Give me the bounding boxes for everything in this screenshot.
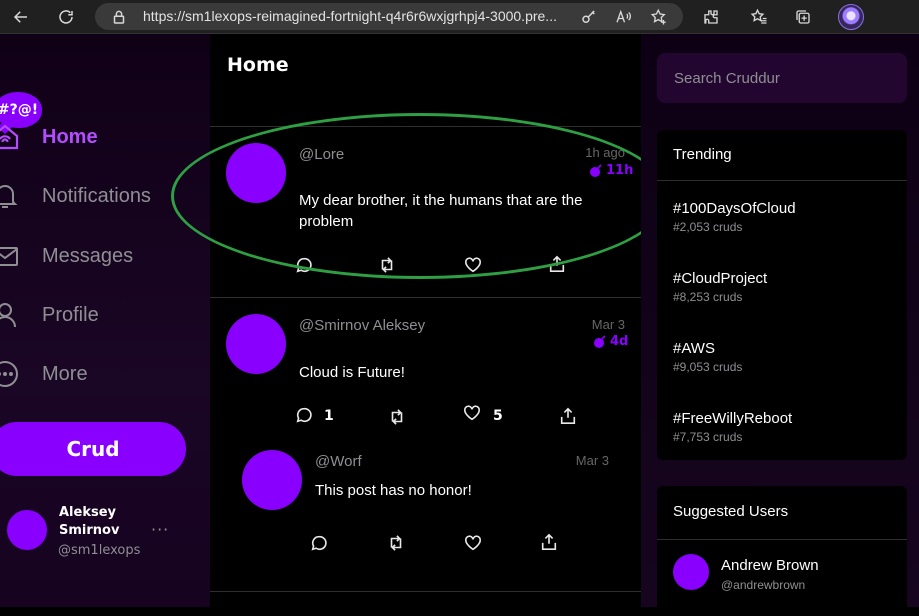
home-icon <box>0 122 20 152</box>
nav-label-profile: Profile <box>42 303 99 326</box>
search-input[interactable] <box>657 53 907 103</box>
person-icon <box>0 300 20 330</box>
page-title: Home <box>227 54 289 76</box>
nav-label-home: Home <box>42 125 98 148</box>
more-circle-icon <box>0 359 20 389</box>
account-menu-button[interactable]: ··· <box>151 520 169 539</box>
repost-icon[interactable] <box>378 256 398 276</box>
suggested-user-handle: @andrewbrown <box>721 578 806 592</box>
trend-tag[interactable]: #AWS <box>673 340 715 357</box>
favorites-icon[interactable] <box>747 5 771 29</box>
share-icon[interactable] <box>548 255 568 275</box>
nav-label-more: More <box>42 362 88 385</box>
post-avatar[interactable] <box>226 143 286 203</box>
heart-icon[interactable] <box>464 256 484 276</box>
logo-text: #?@! <box>0 102 39 118</box>
post-handle[interactable]: @Smirnov Aleksey <box>299 317 425 334</box>
suggested-users-title: Suggested Users <box>673 503 789 520</box>
share-icon[interactable] <box>559 407 579 427</box>
post-time: 1h ago <box>585 145 625 160</box>
trend-tag[interactable]: #100DaysOfCloud <box>673 200 796 217</box>
post-expiry-text: 4d <box>610 334 629 349</box>
reply-icon[interactable] <box>295 256 315 276</box>
right-sidebar: Trending #100DaysOfCloud #2,053 cruds #C… <box>641 34 919 616</box>
collections-icon[interactable] <box>791 5 815 29</box>
post-time: Mar 3 <box>591 317 625 332</box>
account-name: Aleksey Smirnov <box>59 505 120 538</box>
url-text: https://sm1lexops-reimagined-fortnight-q… <box>143 8 557 24</box>
divider <box>210 591 641 592</box>
trend-tag[interactable]: #CloudProject <box>673 270 767 287</box>
reply-icon[interactable] <box>295 406 315 426</box>
nav-label-notifications: Notifications <box>42 184 151 207</box>
key-icon[interactable] <box>577 5 601 29</box>
post-text: Cloud is Future! <box>299 364 405 381</box>
post-text: This post has no honor! <box>315 482 472 499</box>
refresh-icon[interactable] <box>54 5 78 29</box>
suggested-user-avatar[interactable] <box>673 554 709 590</box>
post-avatar[interactable] <box>226 314 286 374</box>
trend-tag[interactable]: #FreeWillyReboot <box>673 410 792 427</box>
divider <box>210 126 641 127</box>
post-expiry: 4d <box>593 334 628 349</box>
left-sidebar: #?@! Home Notifications Messages Profile… <box>0 34 210 607</box>
heart-icon[interactable] <box>463 404 483 424</box>
post-text: My dear brother, it the humans that are … <box>299 192 583 230</box>
crud-button[interactable]: Crud <box>0 422 186 476</box>
post-handle[interactable]: @Worf <box>315 453 362 470</box>
envelope-icon <box>0 241 20 271</box>
divider <box>657 539 907 540</box>
trend-count: #7,753 cruds <box>673 430 743 444</box>
suggested-users-panel: Suggested Users Andrew Brown @andrewbrow… <box>657 486 907 616</box>
lock-icon <box>107 5 131 29</box>
nav-label-messages: Messages <box>42 244 134 267</box>
search-box[interactable] <box>657 53 907 103</box>
extensions-icon[interactable] <box>699 5 723 29</box>
trend-count: #8,253 cruds <box>673 290 743 304</box>
bomb-icon <box>590 163 602 177</box>
heart-icon[interactable] <box>464 534 484 554</box>
account-avatar[interactable] <box>7 510 47 550</box>
account-handle: @sm1lexops <box>58 543 141 558</box>
trending-panel: Trending #100DaysOfCloud #2,053 cruds #C… <box>657 130 907 460</box>
trend-count: #2,053 cruds <box>673 220 743 234</box>
reply-count: 1 <box>324 408 334 424</box>
repost-icon[interactable] <box>387 534 407 554</box>
suggested-user-name[interactable]: Andrew Brown <box>721 557 819 574</box>
bell-icon <box>0 181 20 211</box>
post-avatar[interactable] <box>242 450 302 510</box>
divider <box>657 180 907 181</box>
read-aloud-icon[interactable] <box>611 5 635 29</box>
nav-item-messages[interactable]: Messages <box>0 239 200 273</box>
post-expiry-text: 11h <box>606 163 634 178</box>
post-expiry: 11h <box>589 163 633 178</box>
main-feed: Home @Lore 1h ago 11h My dear brother, i… <box>210 34 641 607</box>
reply-icon[interactable] <box>310 534 330 554</box>
crud-button-label: Crud <box>66 437 120 461</box>
divider <box>210 297 641 298</box>
trend-count: #9,053 cruds <box>673 360 743 374</box>
share-icon[interactable] <box>540 533 560 553</box>
browser-profile-avatar[interactable] <box>838 4 864 30</box>
nav-item-profile[interactable]: Profile <box>0 298 200 332</box>
post-time: Mar 3 <box>575 453 609 468</box>
like-count: 5 <box>493 408 503 424</box>
back-arrow-icon[interactable] <box>9 5 33 29</box>
add-favorite-icon[interactable] <box>647 5 671 29</box>
trending-title: Trending <box>673 146 732 163</box>
nav-item-notifications[interactable]: Notifications <box>0 179 200 213</box>
nav-item-home[interactable]: Home <box>0 120 200 154</box>
browser-toolbar: https://sm1lexops-reimagined-fortnight-q… <box>0 0 919 34</box>
nav-item-more[interactable]: More <box>0 357 200 391</box>
post-handle[interactable]: @Lore <box>299 146 344 163</box>
address-bar[interactable]: https://sm1lexops-reimagined-fortnight-q… <box>95 3 683 30</box>
repost-icon[interactable] <box>388 408 408 428</box>
bomb-icon <box>594 334 606 348</box>
